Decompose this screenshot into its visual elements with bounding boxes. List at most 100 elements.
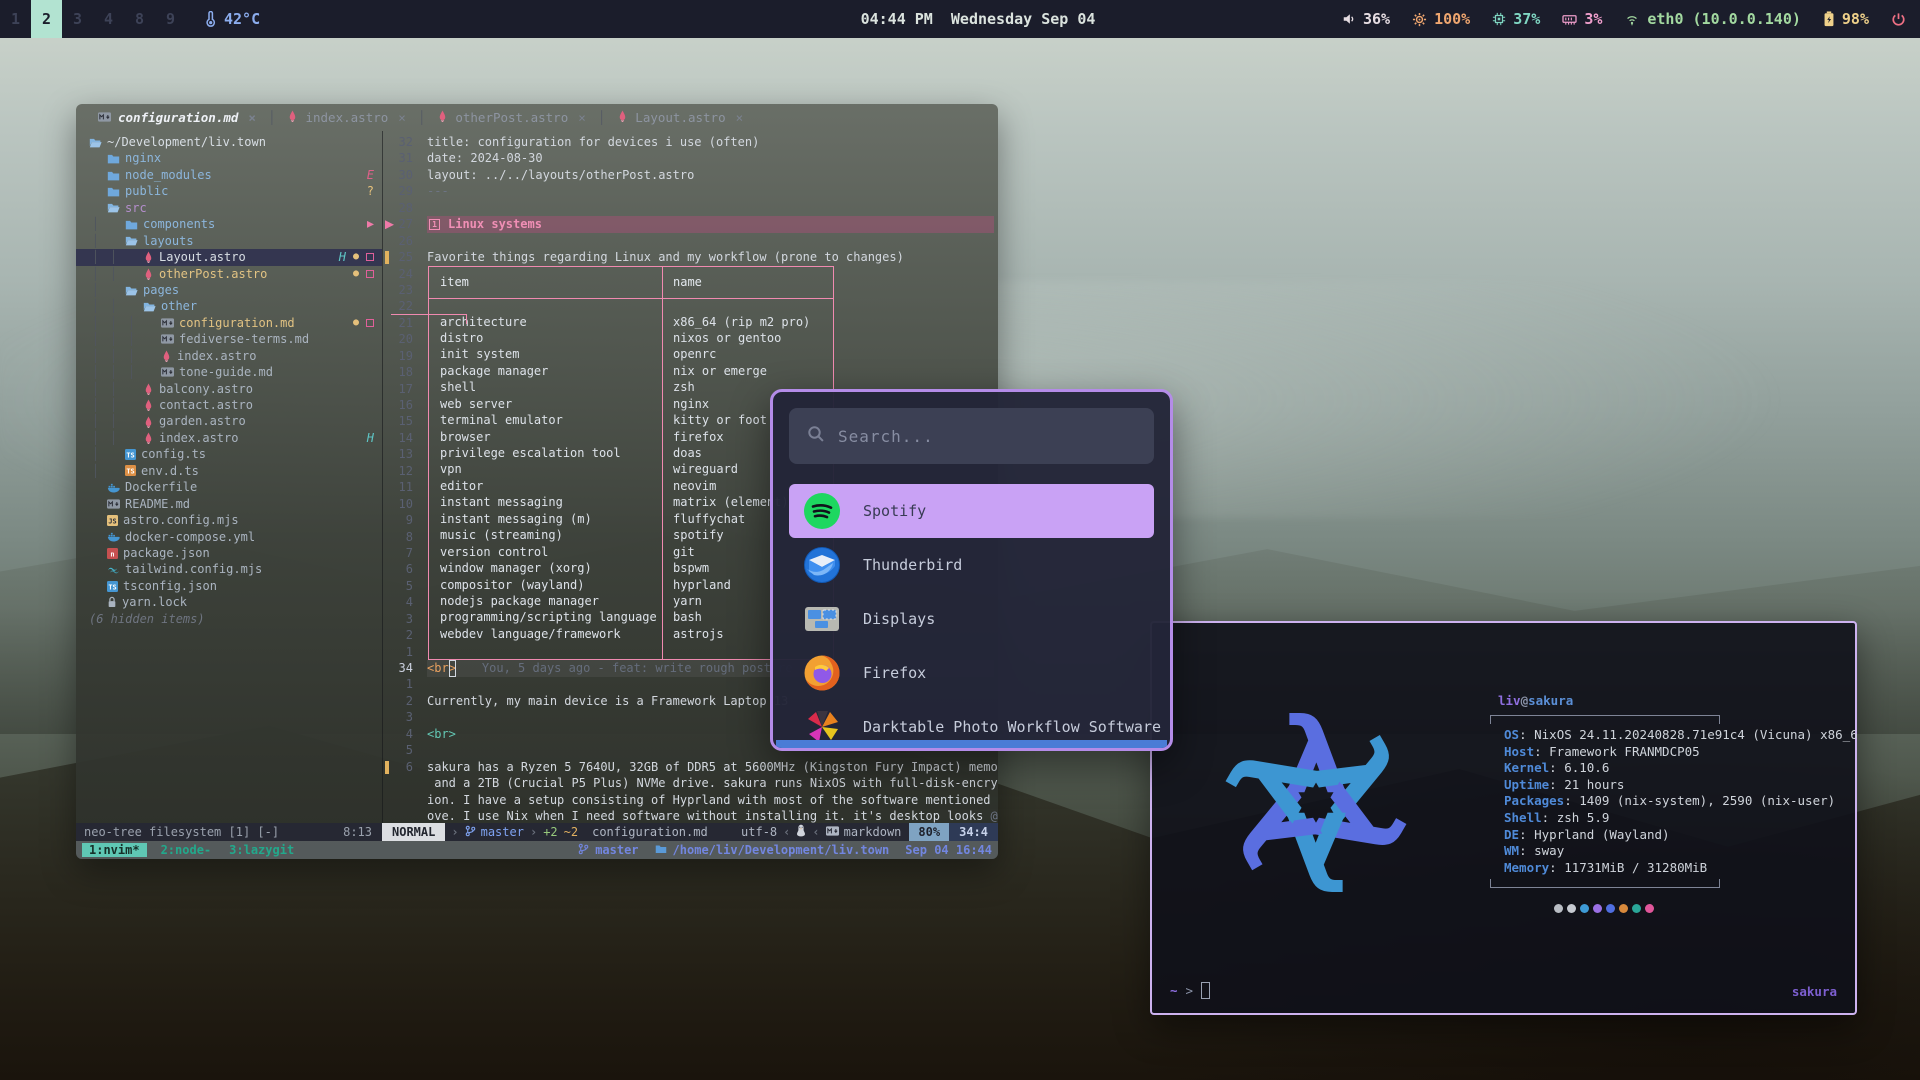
tree-item-node-modules[interactable]: node_modulesE: [76, 167, 382, 183]
tree-item-label: env.d.ts: [141, 463, 199, 479]
astro-icon: [287, 110, 298, 125]
tmux-cwd: /home/liv/Development/liv.town: [655, 843, 890, 857]
file-encoding: utf-8: [741, 825, 777, 839]
app-launcher[interactable]: SpotifyThunderbirdDisplaysFirefoxDarktab…: [770, 389, 1173, 751]
module-battery[interactable]: 98%: [1823, 10, 1869, 28]
module-power[interactable]: [1891, 12, 1906, 27]
module-volume[interactable]: 36%: [1342, 10, 1390, 28]
markdown-icon: [826, 825, 839, 839]
tree-item-astro.config.mjs[interactable]: JSastro.config.mjs: [76, 512, 382, 528]
md-icon: [161, 318, 174, 328]
tree-item-other[interactable]: ││other: [76, 298, 382, 314]
tab-otherPost.astro[interactable]: otherPost.astro×: [425, 110, 597, 125]
tab-label: configuration.md: [118, 110, 238, 125]
tree-item-tailwind.config.mjs[interactable]: tailwind.config.mjs: [76, 561, 382, 577]
line-number: 4: [383, 726, 413, 742]
tree-item-package.json[interactable]: npackage.json: [76, 545, 382, 561]
tree-item-Layout.astro[interactable]: ││Layout.astroH●: [76, 249, 382, 265]
tree-item-layouts[interactable]: │layouts: [76, 233, 382, 249]
git-branch-icon: [578, 843, 589, 858]
tab-close-icon[interactable]: ×: [248, 110, 256, 125]
launcher-item-firefox[interactable]: Firefox: [789, 646, 1154, 700]
launcher-item-displays[interactable]: Displays: [789, 592, 1154, 646]
tree-item-label: index.astro: [177, 348, 256, 364]
fetch-terminal-window[interactable]: λλλλλλ liv@sakura OS: NixOS 24.11.202408…: [1150, 621, 1857, 1015]
workspace-button-8[interactable]: 8: [124, 0, 155, 38]
tab-Layout.astro[interactable]: Layout.astro×: [605, 110, 755, 125]
tree-item-contact.astro[interactable]: ││contact.astro: [76, 397, 382, 413]
workspace-button-2[interactable]: 2: [31, 0, 62, 38]
hunk-badge: H: [339, 249, 346, 265]
tailwind-icon: [107, 565, 120, 574]
tree-item-pages[interactable]: │pages: [76, 282, 382, 298]
fetch-hostname: sakura: [1528, 693, 1573, 708]
tree-item-badges: E: [367, 167, 374, 183]
git-branch-name: master: [481, 825, 524, 839]
tmux-window-2:node-[interactable]: 2:node-: [157, 843, 216, 857]
table-cell: vpn: [429, 461, 662, 477]
neo-tree-file-explorer[interactable]: ~/Development/liv.townnginxnode_modulesE…: [76, 131, 382, 823]
tree-item-Dockerfile[interactable]: Dockerfile: [76, 479, 382, 495]
unstaged-square-icon: [366, 270, 374, 278]
tree-item-nginx[interactable]: nginx: [76, 150, 382, 166]
module-memory[interactable]: 3%: [1562, 10, 1602, 28]
workspace-button-4[interactable]: 4: [93, 0, 124, 38]
tmux-window-1:nvim*[interactable]: 1:nvim*: [82, 843, 147, 857]
tree-item-tsconfig.json[interactable]: TStsconfig.json: [76, 578, 382, 594]
tree-item-config.ts[interactable]: │TSconfig.ts: [76, 446, 382, 462]
palette-dot: [1632, 904, 1641, 913]
folder-open-icon: [125, 235, 138, 246]
tree-item-index.astro[interactable]: ││index.astroH: [76, 430, 382, 446]
tree-item-src[interactable]: src: [76, 200, 382, 216]
tree-item-docker-compose.yml[interactable]: docker-compose.yml: [76, 529, 382, 545]
module-brightness[interactable]: 100%: [1412, 10, 1470, 28]
tree-item-configuration.md[interactable]: │││configuration.md●: [76, 315, 382, 331]
tree-item-yarn.lock[interactable]: yarn.lock: [76, 594, 382, 610]
temperature-module[interactable]: 42°C: [204, 10, 260, 28]
tree-item-~-Development-liv.town[interactable]: ~/Development/liv.town: [76, 134, 382, 150]
tree-item-garden.astro[interactable]: ││garden.astro: [76, 413, 382, 429]
tree-item-tone-guide.md[interactable]: │││tone-guide.md: [76, 364, 382, 380]
module-cpu[interactable]: 37%: [1492, 10, 1540, 28]
tree-item-label: yarn.lock: [122, 594, 187, 610]
tree-item-balcony.astro[interactable]: ││balcony.astro: [76, 381, 382, 397]
table-cell: instant messaging (m): [429, 511, 662, 527]
tab-configuration.md[interactable]: configuration.md ×: [86, 110, 268, 125]
line-number: 12: [383, 463, 413, 479]
indent-guide: │: [107, 266, 120, 282]
table-cell: music (streaming): [429, 527, 662, 543]
power-icon: [1891, 12, 1906, 27]
tree-item-label: src: [125, 200, 147, 216]
module-network[interactable]: eth0 (10.0.0.140): [1624, 10, 1801, 28]
tree-item-otherPost.astro[interactable]: ││otherPost.astro●: [76, 266, 382, 282]
launcher-search[interactable]: [789, 408, 1154, 464]
tree-item-label: contact.astro: [159, 397, 253, 413]
line-number-gutter: 3231302928272625242322212019181716151413…: [383, 134, 413, 824]
tab-close-icon[interactable]: ×: [398, 110, 406, 125]
palette-dot: [1593, 904, 1602, 913]
buffer-line: date: 2024-08-30: [427, 150, 994, 166]
tree-item-public[interactable]: public?: [76, 183, 382, 199]
tree-item-fediverse-terms.md[interactable]: │││fediverse-terms.md: [76, 331, 382, 347]
tree-item-README.md[interactable]: README.md: [76, 496, 382, 512]
clock[interactable]: 04:44 PM Wednesday Sep 04: [861, 10, 1096, 28]
ts-icon: TS: [125, 449, 136, 460]
launcher-scroll-strip[interactable]: [776, 740, 1167, 748]
tree-item-components[interactable]: │components: [76, 216, 382, 232]
line-number: [383, 775, 413, 791]
memory-icon: [1562, 13, 1577, 26]
tree-item-env.d.ts[interactable]: │TSenv.d.ts: [76, 463, 382, 479]
tree-item--6-hidden-items-[interactable]: (6 hidden items): [76, 611, 382, 627]
search-input[interactable]: [838, 427, 1136, 446]
workspace-button-1[interactable]: 1: [0, 0, 31, 38]
tab-index.astro[interactable]: index.astro×: [275, 110, 417, 125]
workspace-button-3[interactable]: 3: [62, 0, 93, 38]
tab-close-icon[interactable]: ×: [736, 110, 744, 125]
workspace-button-9[interactable]: 9: [155, 0, 186, 38]
launcher-item-spotify[interactable]: Spotify: [789, 484, 1154, 538]
shell-prompt[interactable]: ~ >: [1170, 982, 1210, 999]
launcher-item-thunderbird[interactable]: Thunderbird: [789, 538, 1154, 592]
tree-item-index.astro[interactable]: │││index.astro: [76, 348, 382, 364]
tmux-window-3:lazygit[interactable]: 3:lazygit: [225, 843, 298, 857]
tab-close-icon[interactable]: ×: [578, 110, 586, 125]
